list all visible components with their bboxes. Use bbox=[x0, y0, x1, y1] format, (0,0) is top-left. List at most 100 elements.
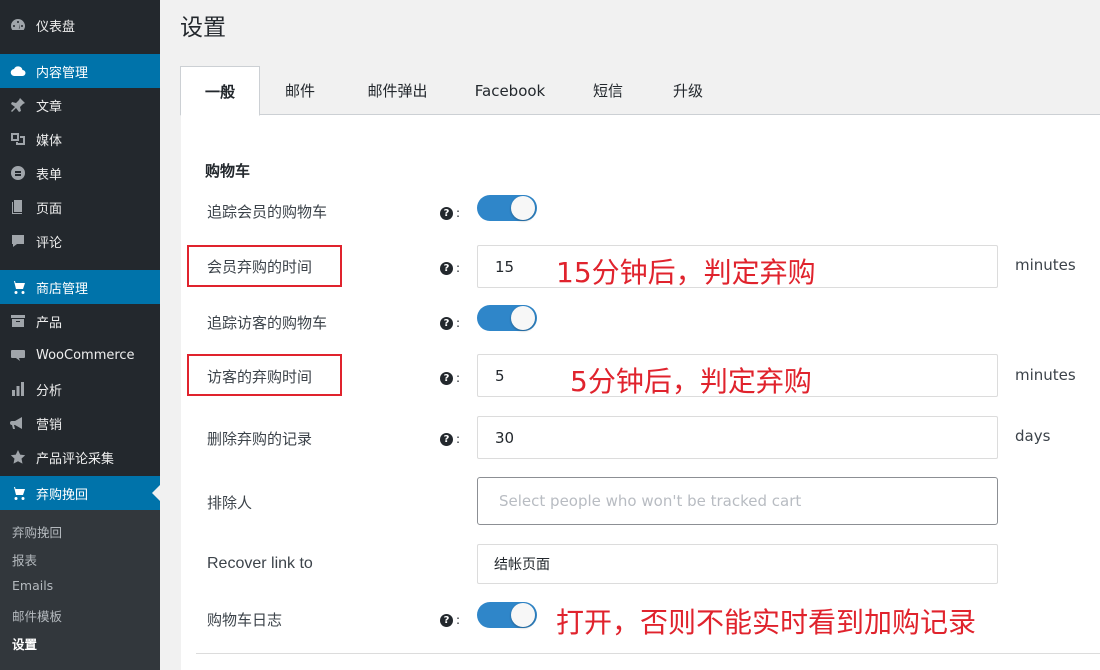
page-title: 设置 bbox=[180, 15, 226, 41]
toggle-knob bbox=[511, 603, 535, 627]
menu-label: 仪表盘 bbox=[36, 19, 76, 35]
menu-label: 弃购挽回 bbox=[36, 487, 89, 503]
guest-time-unit: minutes bbox=[1015, 366, 1076, 384]
cloud-icon bbox=[9, 62, 27, 80]
question-icon: ? bbox=[440, 206, 453, 220]
delete-records-input[interactable]: 30 bbox=[477, 416, 998, 459]
menu-forms[interactable]: 表单 bbox=[0, 156, 160, 190]
archive-icon bbox=[9, 312, 27, 330]
dashboard-icon bbox=[9, 16, 27, 34]
cart-icon bbox=[9, 278, 27, 296]
menu-woocommerce[interactable]: WooCommerce bbox=[0, 338, 160, 372]
annotation-member-time: 15分钟后，判定弃购 bbox=[556, 256, 816, 289]
menu-media[interactable]: 媒体 bbox=[0, 122, 160, 156]
toggle-knob bbox=[511, 196, 535, 220]
annotation-cart-log: 打开，否则不能实时看到加购记录 bbox=[556, 606, 977, 639]
tab-facebook[interactable]: Facebook bbox=[460, 66, 560, 115]
woo-icon bbox=[9, 346, 27, 364]
menu-content[interactable]: 内容管理 bbox=[0, 54, 160, 88]
media-icon bbox=[9, 130, 27, 148]
menu-pages[interactable]: 页面 bbox=[0, 190, 160, 224]
menu-label: 商店管理 bbox=[36, 281, 89, 297]
cart-icon bbox=[9, 484, 27, 502]
menu-dashboard[interactable]: 仪表盘 bbox=[0, 8, 160, 42]
submenu-item-emails[interactable]: Emails bbox=[12, 578, 53, 593]
member-time-label: 会员弃购的时间 bbox=[207, 258, 313, 276]
menu-label: 文章 bbox=[36, 99, 63, 115]
member-time-unit: minutes bbox=[1015, 256, 1076, 274]
tab-email-popup[interactable]: 邮件弹出 bbox=[350, 66, 445, 115]
menu-label: 内容管理 bbox=[36, 65, 89, 81]
star-icon bbox=[9, 448, 27, 466]
tab-bar: 一般 邮件 邮件弹出 Facebook 短信 升级 bbox=[180, 66, 1100, 116]
help-colon: : bbox=[456, 316, 461, 330]
help-colon: : bbox=[456, 613, 461, 627]
menu-label: WooCommerce bbox=[36, 347, 135, 363]
menu-label: 营销 bbox=[36, 417, 63, 433]
page-icon bbox=[9, 198, 27, 216]
submenu-item-reports[interactable]: 报表 bbox=[12, 550, 37, 569]
recover-link-select[interactable]: 结帐页面 bbox=[477, 544, 998, 584]
form-icon bbox=[9, 164, 27, 182]
help-tip[interactable]: ?: bbox=[440, 613, 460, 627]
help-tip[interactable]: ?: bbox=[440, 206, 460, 220]
abandoned-cart-submenu: 弃购挽回 报表 Emails 邮件模板 设置 bbox=[0, 510, 160, 670]
menu-abandoned-cart[interactable]: 弃购挽回 bbox=[0, 476, 160, 510]
menu-analytics[interactable]: 分析 bbox=[0, 372, 160, 406]
help-tip[interactable]: ?: bbox=[440, 316, 460, 330]
help-tip[interactable]: ?: bbox=[440, 261, 460, 275]
help-colon: : bbox=[456, 371, 461, 385]
megaphone-icon bbox=[9, 414, 27, 432]
divider bbox=[196, 653, 1100, 654]
menu-label: 分析 bbox=[36, 383, 63, 399]
track-member-toggle[interactable] bbox=[477, 195, 537, 221]
current-arrow bbox=[152, 485, 160, 501]
section-title: 购物车 bbox=[205, 162, 251, 180]
menu-label: 页面 bbox=[36, 201, 63, 217]
tab-upgrade[interactable]: 升级 bbox=[656, 66, 720, 115]
question-icon: ? bbox=[440, 432, 453, 446]
tab-email[interactable]: 邮件 bbox=[260, 66, 340, 115]
help-colon: : bbox=[456, 206, 461, 220]
annotation-guest-time: 5分钟后，判定弃购 bbox=[570, 365, 812, 398]
comment-icon bbox=[9, 232, 27, 250]
help-tip[interactable]: ?: bbox=[440, 371, 460, 385]
submenu-item-email-templates[interactable]: 邮件模板 bbox=[12, 606, 62, 625]
help-colon: : bbox=[456, 432, 461, 446]
help-tip[interactable]: ?: bbox=[440, 432, 460, 446]
track-guest-label: 追踪访客的购物车 bbox=[207, 314, 328, 332]
menu-posts[interactable]: 文章 bbox=[0, 88, 160, 122]
tab-sms[interactable]: 短信 bbox=[576, 66, 640, 115]
menu-label: 媒体 bbox=[36, 133, 63, 149]
toggle-knob bbox=[511, 306, 535, 330]
exclude-label: 排除人 bbox=[207, 494, 253, 512]
delete-records-unit: days bbox=[1015, 427, 1051, 445]
question-icon: ? bbox=[440, 371, 453, 385]
menu-comments[interactable]: 评论 bbox=[0, 224, 160, 258]
cart-log-label: 购物车日志 bbox=[207, 611, 283, 629]
guest-time-label: 访客的弃购时间 bbox=[207, 368, 313, 386]
menu-shop[interactable]: 商店管理 bbox=[0, 270, 160, 304]
help-colon: : bbox=[456, 261, 461, 275]
exclude-people-select[interactable]: Select people who won't be tracked cart bbox=[477, 477, 998, 525]
menu-products[interactable]: 产品 bbox=[0, 304, 160, 338]
menu-label: 产品 bbox=[36, 315, 63, 331]
delete-records-label: 删除弃购的记录 bbox=[207, 430, 313, 448]
recover-link-label: Recover link to bbox=[207, 555, 313, 572]
admin-sidebar: 仪表盘 内容管理 文章 媒体 表单 页面 评论 商店管理 产品 WooComme… bbox=[0, 0, 160, 670]
submenu-item-settings[interactable]: 设置 bbox=[12, 634, 37, 653]
submenu-item-abandoned-cart[interactable]: 弃购挽回 bbox=[12, 522, 62, 541]
chart-icon bbox=[9, 380, 27, 398]
menu-label: 表单 bbox=[36, 167, 63, 183]
question-icon: ? bbox=[440, 613, 453, 627]
menu-marketing[interactable]: 营销 bbox=[0, 406, 160, 440]
pin-icon bbox=[9, 96, 27, 114]
track-guest-toggle[interactable] bbox=[477, 305, 537, 331]
track-member-label: 追踪会员的购物车 bbox=[207, 203, 328, 221]
tab-general[interactable]: 一般 bbox=[180, 66, 260, 116]
question-icon: ? bbox=[440, 316, 453, 330]
cart-log-toggle[interactable] bbox=[477, 602, 537, 628]
question-icon: ? bbox=[440, 261, 453, 275]
menu-review-collector[interactable]: 产品评论采集 bbox=[0, 440, 160, 474]
menu-label: 评论 bbox=[36, 235, 63, 251]
